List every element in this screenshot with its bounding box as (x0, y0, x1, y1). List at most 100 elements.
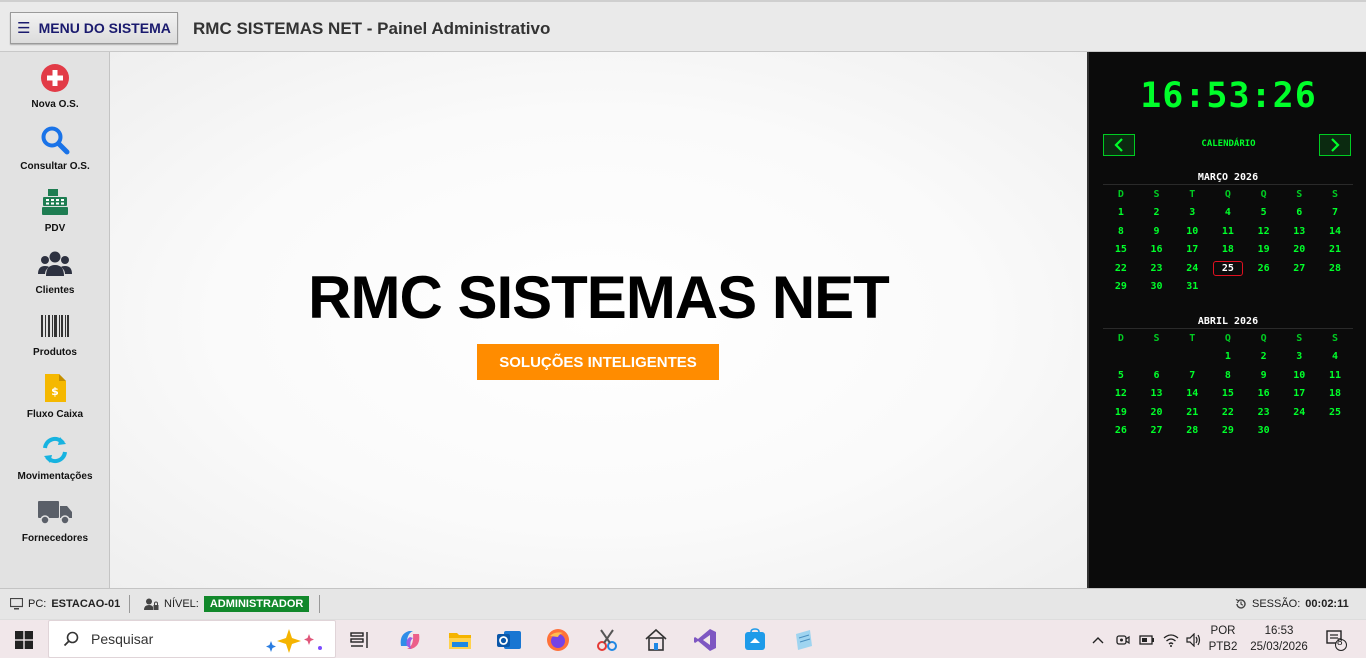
notepad-icon[interactable] (790, 626, 818, 654)
calendar-day[interactable]: 17 (1174, 241, 1210, 260)
calendar-day[interactable]: 24 (1281, 403, 1317, 422)
calendar-day[interactable]: 22 (1210, 403, 1246, 422)
calendar-day[interactable]: 23 (1139, 259, 1175, 278)
calendar-day[interactable]: 9 (1246, 366, 1282, 385)
sidebar-item-pdv[interactable]: PDV (0, 184, 110, 244)
calendar-day[interactable]: 25 (1317, 403, 1353, 422)
calendar-day[interactable]: 21 (1174, 403, 1210, 422)
calendar-day[interactable]: 28 (1174, 422, 1210, 441)
sidebar-item-fluxo-caixa[interactable]: $ Fluxo Caixa (0, 370, 110, 430)
calendar-day[interactable]: 13 (1139, 385, 1175, 404)
taskbar-search-box[interactable]: Pesquisar (48, 620, 336, 658)
sidebar-item-movimentacoes[interactable]: Movimentações (0, 432, 110, 492)
sidebar-item-consultar-os[interactable]: Consultar O.S. (0, 122, 110, 182)
calendar-day[interactable]: 5 (1103, 366, 1139, 385)
calendar-day[interactable]: 14 (1174, 385, 1210, 404)
calendar-day[interactable]: 4 (1210, 204, 1246, 223)
calendar-day[interactable]: 31 (1174, 278, 1210, 297)
calendar-day[interactable]: 24 (1174, 259, 1210, 278)
calendar-weekday-header: S (1296, 332, 1303, 344)
calendar-day[interactable]: 8 (1210, 366, 1246, 385)
calendar-day[interactable]: 6 (1139, 366, 1175, 385)
calendar-day[interactable]: 3 (1281, 348, 1317, 367)
calendar-day[interactable]: 6 (1281, 204, 1317, 223)
calendar-day[interactable]: 10 (1281, 366, 1317, 385)
system-clock[interactable]: 16:53 25/03/2026 (1244, 623, 1314, 655)
calendar-day[interactable]: 28 (1317, 259, 1353, 278)
outlook-icon[interactable] (495, 626, 523, 654)
calendar-next-button[interactable] (1319, 134, 1351, 156)
sidebar-item-clientes[interactable]: Clientes (0, 246, 110, 306)
calendar-day[interactable]: 8 (1103, 222, 1139, 241)
calendar-day[interactable]: 11 (1210, 222, 1246, 241)
sidebar-item-label: Fornecedores (21, 533, 89, 544)
sidebar-item-fornecedores[interactable]: Fornecedores (0, 494, 110, 554)
wifi-icon[interactable] (1161, 626, 1181, 654)
calendar-day[interactable]: 21 (1317, 241, 1353, 260)
notifications-icon[interactable]: 8 (1322, 626, 1350, 654)
calendar-day[interactable]: 15 (1210, 385, 1246, 404)
calendar-day-number: 4 (1331, 351, 1338, 363)
system-menu-button[interactable]: ☰ MENU DO SISTEMA (10, 12, 178, 44)
volume-icon[interactable] (1184, 626, 1204, 654)
meet-icon[interactable] (1113, 626, 1133, 654)
calendar-day[interactable]: 27 (1281, 259, 1317, 278)
calendar-day[interactable]: 18 (1317, 385, 1353, 404)
calendar-day[interactable]: 15 (1103, 241, 1139, 260)
nivel-status: NÍVEL: ADMINISTRADOR (144, 596, 310, 612)
calendar-day[interactable]: 23 (1246, 403, 1282, 422)
calendar-day[interactable]: 1 (1210, 348, 1246, 367)
calendar-day[interactable]: 2 (1246, 348, 1282, 367)
sidebar-item-produtos[interactable]: Produtos (0, 308, 110, 368)
calendar-day[interactable]: 19 (1246, 241, 1282, 260)
calendar-day[interactable]: 27 (1139, 422, 1175, 441)
firefox-icon[interactable] (544, 626, 572, 654)
calendar-day-number: 18 (1328, 388, 1341, 400)
calendar-day[interactable]: 20 (1139, 403, 1175, 422)
calendar-day[interactable]: 26 (1246, 259, 1282, 278)
digital-clock: 16:53:26 (1140, 76, 1317, 116)
home-app-icon[interactable] (642, 626, 670, 654)
sidebar-item-nova-os[interactable]: Nova O.S. (0, 60, 110, 120)
file-explorer-icon[interactable] (446, 626, 474, 654)
calendar-day[interactable]: 19 (1103, 403, 1139, 422)
store-app-icon[interactable] (741, 626, 769, 654)
calendar-day[interactable]: 29 (1103, 278, 1139, 297)
calendar-day[interactable]: 2 (1139, 204, 1175, 223)
calendar-day[interactable]: 3 (1174, 204, 1210, 223)
visual-studio-icon[interactable] (691, 626, 719, 654)
calendar-day[interactable]: 9 (1139, 222, 1175, 241)
calendar-day[interactable]: 12 (1246, 222, 1282, 241)
calendar-day[interactable]: 10 (1174, 222, 1210, 241)
calendar-day[interactable]: 30 (1139, 278, 1175, 297)
calendar-day-number: 9 (1260, 369, 1267, 381)
calendar-day[interactable]: 14 (1317, 222, 1353, 241)
calendar-day[interactable]: 25 (1210, 259, 1246, 278)
calendar-day[interactable]: 17 (1281, 385, 1317, 404)
calendar-day[interactable]: 22 (1103, 259, 1139, 278)
calendar-day[interactable]: 18 (1210, 241, 1246, 260)
calendar-day[interactable]: 26 (1103, 422, 1139, 441)
user-lock-icon (144, 598, 159, 610)
calendar-day[interactable]: 20 (1281, 241, 1317, 260)
copilot-icon[interactable] (396, 626, 424, 654)
chevron-up-icon[interactable] (1088, 626, 1108, 654)
calendar-day[interactable]: 29 (1210, 422, 1246, 441)
calendar-day[interactable]: 16 (1246, 385, 1282, 404)
calendar-day[interactable]: 7 (1317, 204, 1353, 223)
calendar-day[interactable]: 16 (1139, 241, 1175, 260)
calendar-day[interactable]: 30 (1246, 422, 1282, 441)
calendar-day[interactable]: 1 (1103, 204, 1139, 223)
task-view-icon[interactable] (346, 626, 374, 654)
calendar-day[interactable]: 7 (1174, 366, 1210, 385)
calendar-day[interactable]: 13 (1281, 222, 1317, 241)
snipping-tool-icon[interactable] (593, 626, 621, 654)
windows-start-icon[interactable] (10, 626, 38, 654)
money-file-icon: $ (37, 370, 73, 406)
calendar-day (1174, 348, 1210, 367)
input-language[interactable]: POR PTB2 (1206, 623, 1240, 655)
calendar-day[interactable]: 5 (1246, 204, 1282, 223)
calendar-day[interactable]: 12 (1103, 385, 1139, 404)
calendar-day[interactable]: 4 (1317, 348, 1353, 367)
calendar-day[interactable]: 11 (1317, 366, 1353, 385)
